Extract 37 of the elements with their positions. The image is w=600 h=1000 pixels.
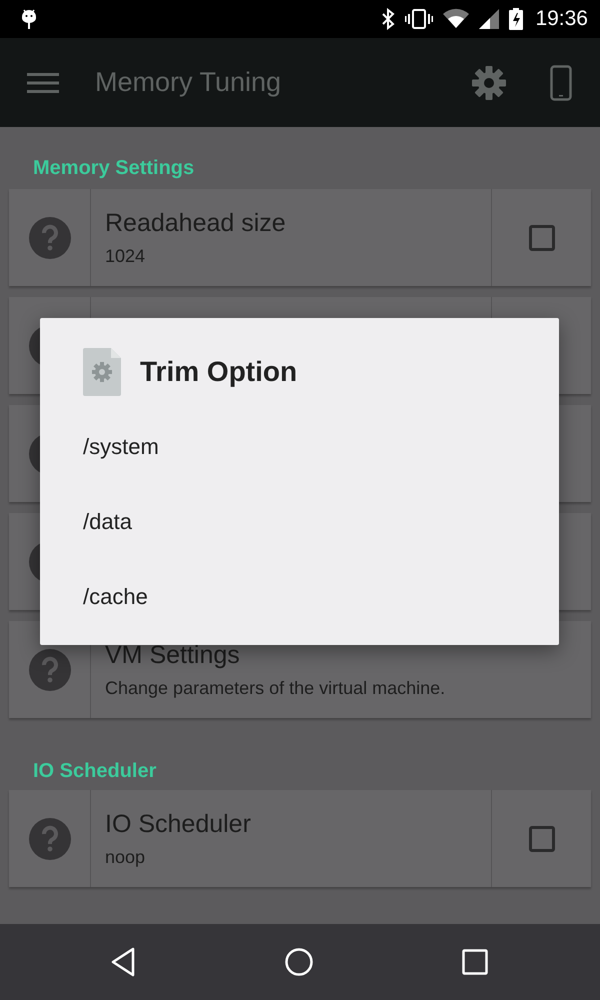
bluetooth-icon: [381, 8, 396, 30]
menu-icon: [27, 72, 59, 94]
device-button[interactable]: [550, 64, 572, 100]
recents-button[interactable]: [462, 949, 488, 975]
checkbox[interactable]: [528, 224, 554, 250]
battery-charging-icon: [509, 8, 524, 30]
home-icon: [284, 947, 314, 977]
dialog-option[interactable]: /data: [83, 484, 513, 559]
toolbar-title: Memory Tuning: [95, 67, 282, 98]
setting-title: Readahead size: [105, 208, 287, 238]
wifi-icon: [443, 8, 470, 30]
setting-title: IO Scheduler: [105, 810, 252, 838]
recents-icon: [462, 949, 488, 975]
help-icon[interactable]: [28, 648, 70, 690]
back-button[interactable]: [110, 947, 136, 977]
settings-icon: [472, 66, 506, 100]
menu-button[interactable]: [27, 72, 59, 94]
settings-file-icon: [83, 348, 121, 396]
dialog-title: Trim Option: [140, 356, 298, 388]
android-icon: [19, 8, 39, 30]
checkbox[interactable]: [528, 826, 554, 852]
dialog-option[interactable]: /system: [83, 409, 513, 484]
setting-title: VM Settings: [105, 640, 241, 670]
section-header: IO Scheduler: [32, 759, 158, 784]
setting-summary: Change parameters of the virtual machine.: [105, 678, 446, 698]
setting-summary: noop: [105, 846, 146, 868]
phone-icon: [550, 64, 572, 100]
home-button[interactable]: [284, 947, 314, 977]
back-icon: [110, 947, 136, 977]
help-icon[interactable]: [28, 818, 70, 860]
settings-button[interactable]: [472, 66, 506, 100]
help-icon[interactable]: [28, 216, 70, 258]
signal-icon: [479, 8, 500, 30]
setting-summary: 1024: [105, 246, 146, 266]
clock-time: 19:36: [535, 7, 588, 31]
vibrate-icon: [405, 8, 434, 30]
section-header: Memory Settings: [32, 156, 196, 181]
